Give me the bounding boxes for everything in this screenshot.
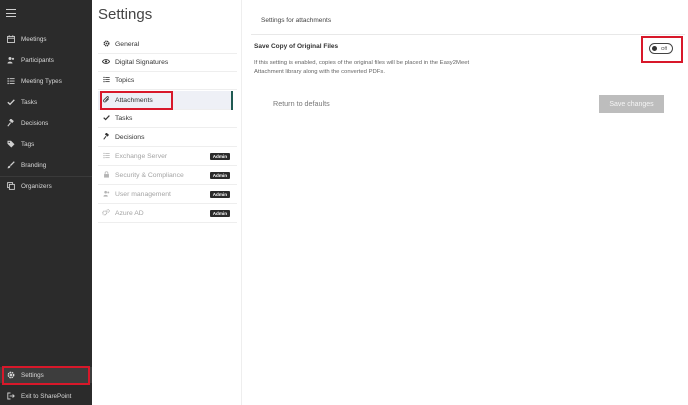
nav-item-label: Participants <box>21 56 54 64</box>
option-title: Save Copy of Original Files <box>254 43 339 50</box>
settings-item-label: Azure AD <box>115 210 144 217</box>
settings-item-label: Tasks <box>115 115 133 122</box>
participants-icon <box>6 56 15 65</box>
settings-item-label: Digital Signatures <box>115 59 169 66</box>
gears-icon <box>102 209 110 218</box>
settings-item-azure-ad[interactable]: Azure AD Admin <box>98 205 237 223</box>
panel-divider <box>241 0 242 405</box>
annotation-box-settings <box>2 366 90 385</box>
nav-item-label: Tasks <box>21 98 38 106</box>
settings-item-user-management[interactable]: User management Admin <box>98 186 237 204</box>
annotation-box-attachments <box>100 91 173 110</box>
admin-badge: Admin <box>209 191 230 198</box>
settings-item-general[interactable]: General <box>98 36 237 54</box>
active-indicator <box>231 91 233 110</box>
settings-item-label: General <box>115 41 140 48</box>
admin-badge: Admin <box>209 172 230 179</box>
save-changes-button[interactable]: Save changes <box>599 95 664 113</box>
gavel-icon <box>102 132 110 142</box>
nav-item-branding[interactable]: Branding <box>0 157 92 173</box>
option-description: If this setting is enabled, copies of th… <box>254 60 470 75</box>
brush-icon <box>6 161 15 170</box>
settings-item-topics[interactable]: Topics <box>98 72 237 90</box>
settings-item-tasks[interactable]: Tasks <box>98 110 237 128</box>
settings-item-digital-signatures[interactable]: Digital Signatures <box>98 54 237 72</box>
checkmark-icon <box>6 98 15 107</box>
nav-item-label: Exit to SharePoint <box>21 392 72 400</box>
checkmark-icon <box>102 114 110 123</box>
hamburger-menu-icon[interactable] <box>6 9 16 17</box>
settings-item-label: Decisions <box>115 134 145 141</box>
return-to-defaults-button[interactable]: Return to defaults <box>273 99 330 108</box>
admin-badge: Admin <box>209 153 230 160</box>
admin-badge: Admin <box>209 210 230 217</box>
gavel-icon <box>6 119 15 128</box>
settings-item-decisions[interactable]: Decisions <box>98 129 237 147</box>
list-icon <box>102 152 110 161</box>
nav-item-exit-sharepoint[interactable]: Exit to SharePoint <box>0 388 92 404</box>
nav-item-tasks[interactable]: Tasks <box>0 94 92 110</box>
nav-item-label: Decisions <box>21 119 49 127</box>
calendar-icon <box>6 35 15 44</box>
nav-item-meetings[interactable]: Meetings <box>0 31 92 47</box>
nav-divider <box>0 176 92 177</box>
section-divider <box>251 34 685 35</box>
nav-item-label: Tags <box>21 140 35 148</box>
settings-item-exchange-server[interactable]: Exchange Server Admin <box>98 148 237 166</box>
page-title: Settings <box>98 6 153 23</box>
copy-icon <box>6 182 15 191</box>
users-icon <box>102 190 110 199</box>
tag-icon <box>6 140 15 149</box>
nav-item-label: Branding <box>21 161 47 169</box>
eye-icon <box>101 58 111 67</box>
settings-item-security-compliance[interactable]: Security & Compliance Admin <box>98 167 237 185</box>
list-icon <box>6 77 15 86</box>
annotation-box-toggle <box>641 36 683 63</box>
left-nav: Meetings Participants Meeting Types Task… <box>0 0 92 405</box>
nav-item-decisions[interactable]: Decisions <box>0 115 92 131</box>
section-header: Settings for attachments <box>261 17 332 24</box>
nav-item-tags[interactable]: Tags <box>0 136 92 152</box>
gear-icon <box>102 40 110 49</box>
settings-item-label: Exchange Server <box>115 153 168 160</box>
nav-item-label: Organizers <box>21 182 52 190</box>
nav-item-label: Meeting Types <box>21 77 62 85</box>
app-window: Meetings Participants Meeting Types Task… <box>0 0 688 405</box>
settings-item-label: User management <box>115 191 171 198</box>
nav-item-label: Meetings <box>21 35 47 43</box>
nav-item-organizers[interactable]: Organizers <box>0 178 92 194</box>
nav-item-meeting-types[interactable]: Meeting Types <box>0 73 92 89</box>
settings-item-label: Security & Compliance <box>115 172 184 179</box>
lock-icon <box>102 171 110 180</box>
exit-icon <box>6 392 15 401</box>
settings-item-label: Topics <box>115 77 135 84</box>
list-icon <box>102 76 110 85</box>
nav-item-participants[interactable]: Participants <box>0 52 92 68</box>
